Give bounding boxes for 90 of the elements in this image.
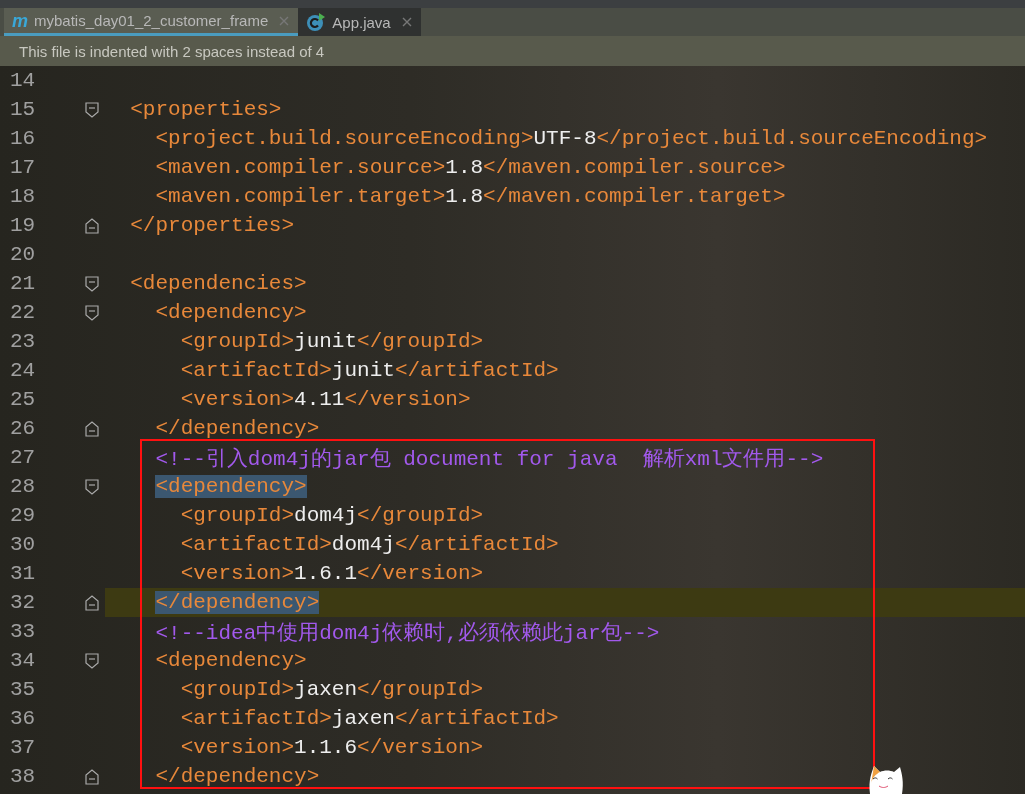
xml-tag: </maven.compiler.target> <box>483 185 786 208</box>
tag-value: 1.8 <box>445 185 484 208</box>
line-number: 21 <box>9 272 37 295</box>
xml-tag: <project.build.sourceEncoding> <box>155 127 534 150</box>
xml-tag: <maven.compiler.source> <box>155 156 446 179</box>
fold-end-icon[interactable] <box>85 420 99 437</box>
xml-tag: </artifactId> <box>394 533 559 556</box>
line-number: 34 <box>9 649 37 672</box>
fold-icon[interactable] <box>85 275 99 292</box>
xml-tag: </artifactId> <box>394 707 559 730</box>
xml-tag: <dependencies> <box>130 272 307 295</box>
xml-tag: </dependency> <box>155 417 320 440</box>
xml-tag: </version> <box>357 562 484 585</box>
line-number: 30 <box>9 533 37 556</box>
tag-value: 4.11 <box>294 388 345 411</box>
class-icon <box>306 12 327 32</box>
line-number: 25 <box>9 388 37 411</box>
xml-tag: </dependency> <box>155 765 320 788</box>
line-number: 15 <box>9 98 37 121</box>
line-number: 35 <box>9 678 37 701</box>
tag-value: UTF-8 <box>533 127 597 150</box>
editor-tab[interactable]: App.java <box>298 8 421 36</box>
xml-tag: </groupId> <box>357 678 484 701</box>
xml-tag: <dependency> <box>155 301 307 324</box>
line-number: 19 <box>9 214 37 237</box>
tag-value: junit <box>331 359 395 382</box>
line-number: 28 <box>9 475 37 498</box>
xml-tag: </dependency> <box>155 591 320 614</box>
line-number: 31 <box>9 562 37 585</box>
xml-tag: </version> <box>344 388 471 411</box>
xml-tag: <version> <box>180 736 295 759</box>
xml-tag: </artifactId> <box>394 359 559 382</box>
line-number: 26 <box>9 417 37 440</box>
xml-tag: <dependency> <box>155 475 307 498</box>
tag-value: jaxen <box>331 707 395 730</box>
xml-tag: </version> <box>357 736 484 759</box>
module-icon: m <box>12 11 28 30</box>
line-number: 14 <box>9 69 37 92</box>
xml-tag: <version> <box>180 388 295 411</box>
cat-face-icon <box>866 764 906 794</box>
code-comment: <!--idea中使用dom4j依赖时,必须依赖此jar包--> <box>155 620 660 646</box>
xml-tag: <artifactId> <box>180 707 332 730</box>
fold-icon[interactable] <box>85 304 99 321</box>
xml-tag: <groupId> <box>180 330 295 353</box>
tag-value: dom4j <box>294 504 358 527</box>
editor-tab[interactable]: m mybatis_day01_2_customer_frame <box>4 8 299 36</box>
xml-tag: </maven.compiler.source> <box>483 156 786 179</box>
line-number: 17 <box>9 156 37 179</box>
fold-end-icon[interactable] <box>85 594 99 611</box>
fold-icon[interactable] <box>85 101 99 118</box>
xml-tag: <artifactId> <box>180 533 332 556</box>
tab-label: mybatis_day01_2_customer_frame <box>34 12 269 29</box>
xml-tag: <maven.compiler.target> <box>155 185 446 208</box>
xml-tag: </groupId> <box>357 504 484 527</box>
xml-tag: </properties> <box>130 214 295 237</box>
line-number: 22 <box>9 301 37 324</box>
tag-value: 1.8 <box>445 156 484 179</box>
xml-tag: <dependency> <box>155 649 307 672</box>
xml-tag: <properties> <box>130 98 282 121</box>
line-number: 38 <box>9 765 37 788</box>
xml-tag: </project.build.sourceEncoding> <box>596 127 988 150</box>
line-number: 37 <box>9 736 37 759</box>
line-number: 33 <box>9 620 37 643</box>
line-number: 29 <box>9 504 37 527</box>
indent-notice: This file is indented with 2 spaces instead of 4 <box>19 42 325 60</box>
fold-end-icon[interactable] <box>85 217 99 234</box>
xml-tag: <artifactId> <box>180 359 332 382</box>
fold-end-icon[interactable] <box>85 768 99 785</box>
line-number: 20 <box>9 243 37 266</box>
tag-value: jaxen <box>294 678 358 701</box>
line-number: 23 <box>9 330 37 353</box>
xml-tag: </groupId> <box>357 330 484 353</box>
tag-value: junit <box>294 330 358 353</box>
tab-label: App.java <box>332 13 391 31</box>
line-number: 36 <box>9 707 37 730</box>
fold-icon[interactable] <box>85 478 99 495</box>
fold-icon[interactable] <box>85 652 99 669</box>
code-comment: <!--引入dom4j的jar包 document for java 解析xml文件用--> <box>155 446 824 472</box>
line-number: 27 <box>9 446 37 469</box>
tag-value: dom4j <box>331 533 395 556</box>
line-number: 18 <box>9 185 37 208</box>
xml-tag: <version> <box>180 562 295 585</box>
xml-tag: <groupId> <box>180 504 295 527</box>
close-icon[interactable] <box>400 16 413 28</box>
xml-tag: <groupId> <box>180 678 295 701</box>
line-number: 16 <box>9 127 37 150</box>
tag-value: 1.1.6 <box>294 736 358 759</box>
tag-value: 1.6.1 <box>294 562 358 585</box>
line-number: 24 <box>9 359 37 382</box>
line-number: 32 <box>9 591 37 614</box>
